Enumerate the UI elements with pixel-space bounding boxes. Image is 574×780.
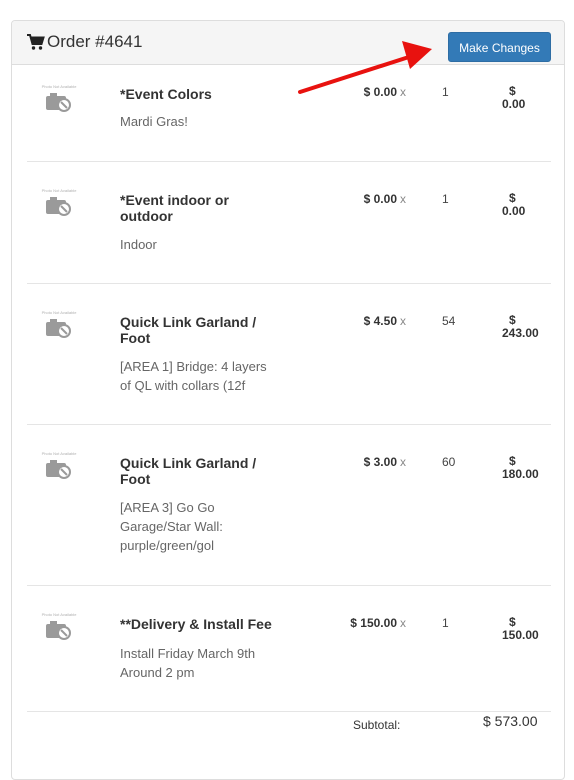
item-description: [AREA 1] Bridge: 4 layers of QL with col… [120, 359, 267, 393]
item-price-value: $ 0.00 [363, 85, 397, 99]
item-price-value: $ 150.00 [350, 616, 397, 630]
list-item: Photo Not Available *Event indoor or out… [27, 183, 551, 293]
product-image: Photo Not Available [37, 310, 81, 350]
row-divider [27, 585, 551, 586]
total-value: 243.00 [502, 326, 539, 340]
item-total: $0.00 [502, 192, 552, 218]
item-price: $ 0.00 x [364, 85, 406, 99]
times-symbol: x [400, 314, 406, 328]
photo-not-available-label: Photo Not Available [41, 451, 77, 456]
item-quantity: 54 [442, 314, 456, 328]
item-name: **Delivery & Install Fee [120, 616, 272, 632]
camera-placeholder-icon [46, 621, 71, 640]
list-item: Photo Not Available **Delivery & Install… [27, 607, 551, 717]
item-price-value: $ 0.00 [363, 192, 397, 206]
item-quantity: 1 [442, 85, 449, 99]
item-price: $ 4.50 x [364, 314, 406, 328]
item-name: *Event Colors [120, 86, 212, 102]
list-item: Photo Not Available Quick Link Garland /… [27, 446, 551, 596]
total-value: 0.00 [502, 97, 526, 111]
times-symbol: x [400, 455, 406, 469]
item-description: [AREA 3] Go Go Garage/Star Wall: purple/… [120, 500, 223, 553]
row-divider [27, 161, 551, 162]
item-description: Install Friday March 9th Around 2 pm [120, 646, 256, 680]
order-title: Order #4641 [47, 32, 143, 51]
camera-placeholder-icon [46, 319, 71, 338]
photo-not-available-label: Photo Not Available [41, 612, 77, 617]
product-image: Photo Not Available [37, 188, 81, 228]
order-panel: Order #4641 Make Changes Photo Not Avail… [11, 20, 565, 780]
product-image: Photo Not Available [37, 84, 81, 124]
item-price: $ 3.00 x [364, 455, 406, 469]
item-description: Mardi Gras! [120, 114, 188, 129]
camera-placeholder-icon [46, 197, 71, 216]
subtotal-value: $ 573.00 [483, 713, 538, 729]
item-total: $150.00 [502, 616, 552, 642]
row-divider [27, 424, 551, 425]
times-symbol: x [400, 616, 406, 630]
item-quantity: 60 [442, 455, 456, 469]
item-name: *Event indoor or outdoor [120, 192, 229, 224]
item-total: $243.00 [502, 314, 552, 340]
total-value: 150.00 [502, 628, 539, 642]
photo-not-available-label: Photo Not Available [41, 84, 77, 89]
total-value: 0.00 [502, 204, 526, 218]
camera-placeholder-icon [46, 460, 71, 479]
product-image: Photo Not Available [37, 612, 81, 652]
order-panel-header: Order #4641 Make Changes [12, 21, 564, 65]
item-total: $0.00 [502, 85, 552, 111]
photo-not-available-label: Photo Not Available [41, 188, 77, 193]
photo-not-available-label: Photo Not Available [41, 310, 77, 315]
subtotal-label: Subtotal: [353, 718, 401, 732]
make-changes-button[interactable]: Make Changes [448, 32, 551, 62]
item-name: Quick Link Garland / Foot [120, 455, 257, 487]
row-divider [27, 711, 551, 712]
item-quantity: 1 [442, 616, 449, 630]
list-item: Photo Not Available Quick Link Garland /… [27, 305, 551, 435]
item-quantity: 1 [442, 192, 449, 206]
item-price-value: $ 3.00 [363, 455, 397, 469]
times-symbol: x [400, 85, 406, 99]
times-symbol: x [400, 192, 406, 206]
item-total: $180.00 [502, 455, 552, 481]
product-image: Photo Not Available [37, 451, 81, 491]
item-price: $ 0.00 x [364, 192, 406, 206]
item-description: Indoor [120, 237, 157, 252]
camera-placeholder-icon [46, 93, 71, 112]
item-price-value: $ 4.50 [363, 314, 397, 328]
total-value: 180.00 [502, 467, 539, 481]
list-item: Photo Not Available *Event Colors Mardi … [27, 79, 551, 169]
shopping-cart-icon [27, 34, 45, 50]
row-divider [27, 283, 551, 284]
item-price: $ 150.00 x [350, 616, 406, 630]
item-name: Quick Link Garland / Foot [120, 314, 257, 346]
